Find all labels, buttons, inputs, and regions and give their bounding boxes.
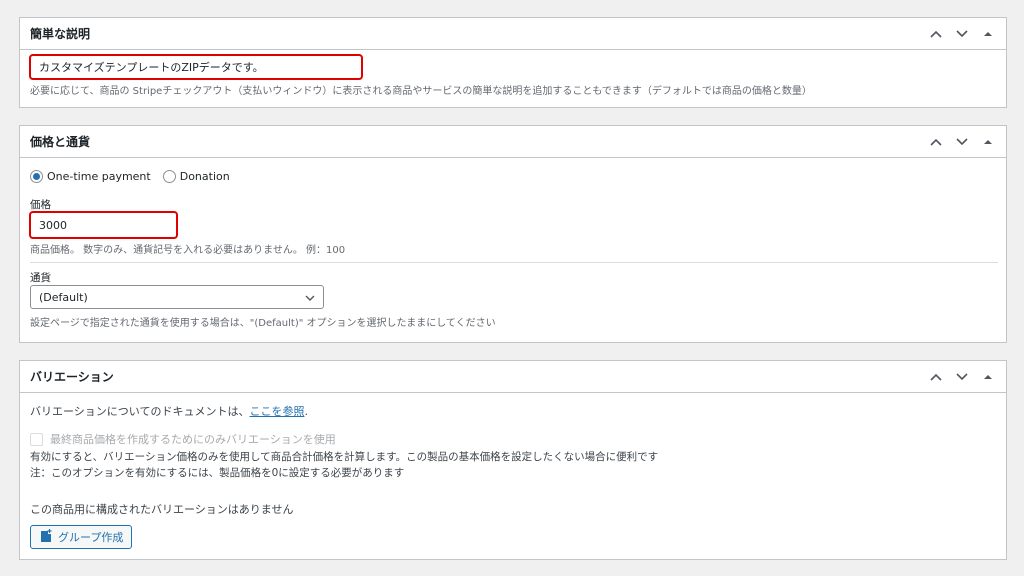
radio-donation[interactable]: Donation xyxy=(162,170,230,183)
panel-title: 価格と通貨 xyxy=(30,135,91,149)
move-down-icon[interactable] xyxy=(952,132,972,152)
radio-label: Donation xyxy=(179,170,230,183)
variations-only-checkbox-row[interactable]: 最終商品価格を作成するためにのみバリエーションを使用 xyxy=(30,431,336,447)
checkbox-label: 最終商品価格を作成するためにのみバリエーションを使用 xyxy=(50,433,336,446)
short-description-help: 必要に応じて、商品の Stripeチェックアウト（支払いウィンドウ）に表示される… xyxy=(30,86,812,97)
doc-text: バリエーションについてのドキュメントは、 xyxy=(30,405,250,418)
short-description-input[interactable]: カスタマイズテンプレートのZIPデータです。 xyxy=(29,54,363,80)
collapse-toggle-icon[interactable] xyxy=(978,367,998,387)
variations-doc-line: バリエーションについてのドキュメントは、ここを参照. xyxy=(30,403,308,419)
panel-title: バリエーション xyxy=(30,370,114,384)
price-help: 商品価格。 数字のみ、通貨記号を入れる必要はありません。 例：100 xyxy=(30,245,346,256)
chevron-down-icon xyxy=(305,291,315,304)
short-description-panel: 簡単な説明 カスタマイズテンプレートのZIPデータです。 必要に応じて、商品の … xyxy=(19,17,1007,108)
variations-only-checkbox[interactable] xyxy=(30,432,43,446)
price-input[interactable]: 3000 xyxy=(29,211,178,239)
variations-panel: バリエーション バリエーションについてのドキュメントは、ここを参照. 最終商品価… xyxy=(19,360,1007,560)
panel-handle-actions xyxy=(926,132,998,152)
price-value: 3000 xyxy=(39,218,67,232)
variations-help-1: 有効にすると、バリエーション価格のみを使用して商品合計価格を計算します。この製品… xyxy=(30,451,659,463)
currency-label: 通貨 xyxy=(30,272,51,284)
add-document-icon xyxy=(40,529,52,545)
short-description-value: カスタマイズテンプレートのZIPデータです。 xyxy=(39,61,264,74)
currency-help: 設定ページで指定された通貨を使用する場合は、"(Default)" オプションを… xyxy=(30,318,496,329)
collapse-toggle-icon[interactable] xyxy=(978,132,998,152)
radio-button[interactable] xyxy=(162,170,176,183)
panel-handle-actions xyxy=(926,24,998,44)
doc-link[interactable]: ここを参照 xyxy=(249,405,304,418)
radio-label: One-time payment xyxy=(47,170,151,183)
move-down-icon[interactable] xyxy=(952,367,972,387)
panel-header: バリエーション xyxy=(20,361,1006,393)
move-down-icon[interactable] xyxy=(952,24,972,44)
divider xyxy=(30,262,998,263)
create-group-button[interactable]: グループ作成 xyxy=(30,525,133,549)
payment-type-group: One-time payment Donation xyxy=(30,170,230,183)
panel-title: 簡単な説明 xyxy=(30,27,91,41)
panel-header: 価格と通貨 xyxy=(20,126,1006,158)
currency-selected-value: (Default) xyxy=(39,290,88,304)
variations-help-2: 注：このオプションを有効にするには、製品価格を0に設定する必要があります xyxy=(30,467,405,479)
create-group-label: グループ作成 xyxy=(58,531,124,544)
panel-header: 簡単な説明 xyxy=(20,18,1006,50)
currency-select[interactable]: (Default) xyxy=(30,285,324,309)
price-label: 価格 xyxy=(30,199,51,211)
price-currency-panel: 価格と通貨 One-time payment Donation 価格 3000 … xyxy=(19,125,1007,343)
move-up-icon[interactable] xyxy=(926,132,946,152)
panel-handle-actions xyxy=(926,367,998,387)
radio-button[interactable] xyxy=(30,170,43,183)
move-up-icon[interactable] xyxy=(926,367,946,387)
radio-one-time-payment[interactable]: One-time payment xyxy=(30,170,151,183)
no-variations-text: この商品用に構成されたバリエーションはありません xyxy=(30,503,294,516)
collapse-toggle-icon[interactable] xyxy=(978,24,998,44)
move-up-icon[interactable] xyxy=(926,24,946,44)
doc-suffix: . xyxy=(304,405,308,418)
